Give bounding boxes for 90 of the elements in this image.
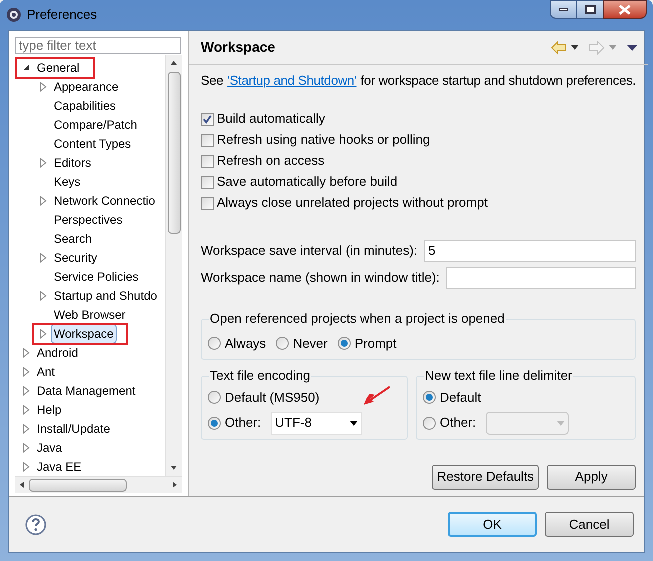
collapsed-triangle-icon[interactable]: [23, 386, 30, 396]
tree-item[interactable]: Java: [34, 438, 66, 458]
tree-item[interactable]: Network Connectio: [51, 190, 158, 210]
collapsed-triangle-icon[interactable]: [23, 348, 30, 358]
checkbox[interactable]: [201, 196, 214, 210]
radio-button[interactable]: [338, 337, 351, 350]
tree-item[interactable]: Help: [34, 400, 65, 420]
tree-item[interactable]: Android: [34, 342, 82, 362]
tree-item[interactable]: Web Browser: [51, 304, 129, 324]
tree-item[interactable]: Keys: [51, 172, 84, 192]
horizontal-scrollbar[interactable]: [15, 476, 182, 493]
tree-item[interactable]: Service Policies: [51, 266, 142, 286]
help-icon[interactable]: [25, 514, 47, 536]
radio-label: Never: [293, 335, 328, 353]
tree-item[interactable]: Install/Update: [34, 418, 114, 438]
radio-label: Other:: [440, 414, 476, 432]
encoding-dropdown[interactable]: UTF-8: [271, 412, 362, 434]
radio-label: Other:: [225, 414, 262, 432]
checkbox-label: Build automatically: [217, 110, 326, 128]
collapsed-triangle-icon[interactable]: [40, 82, 47, 92]
maximize-button[interactable]: [577, 0, 603, 19]
tree-item[interactable]: General: [34, 58, 83, 78]
radio-button[interactable]: [208, 391, 221, 404]
app-icon: [6, 7, 22, 23]
checkbox-label: Refresh on access: [217, 152, 325, 170]
checkbox[interactable]: [201, 176, 214, 188]
page-title: Workspace: [201, 38, 276, 57]
collapsed-triangle-icon[interactable]: [23, 462, 30, 472]
radio-label: Prompt: [354, 335, 397, 353]
dropdown-caret-icon: [350, 420, 358, 426]
text-field[interactable]: [446, 266, 636, 288]
dialog-button[interactable]: Cancel: [545, 512, 634, 537]
radio-button[interactable]: [423, 416, 436, 430]
group-title: Text file encoding: [209, 368, 312, 384]
tree-item[interactable]: Editors: [51, 152, 94, 172]
close-icon: [619, 4, 631, 14]
close-button[interactable]: [603, 0, 647, 19]
collapsed-triangle-icon[interactable]: [23, 442, 30, 452]
view-menu-icon[interactable]: [627, 44, 638, 50]
tree-item[interactable]: Security: [51, 248, 100, 268]
dropdown-caret-icon: [557, 420, 566, 426]
minimize-button[interactable]: [550, 0, 577, 19]
tree-item[interactable]: Capabilities: [51, 96, 120, 116]
collapsed-triangle-icon[interactable]: [40, 158, 47, 168]
radio-label: Default: [440, 389, 482, 407]
tree-item[interactable]: Search: [51, 228, 96, 248]
tree-item[interactable]: Startup and Shutdo: [51, 286, 160, 306]
radio-button[interactable]: [208, 337, 221, 350]
expanded-triangle-icon[interactable]: [23, 64, 30, 71]
tree-item[interactable]: Ant: [34, 362, 58, 382]
checkbox-label: Save automatically before build: [217, 173, 398, 192]
radio-label: Default (MS950): [225, 389, 320, 407]
window-title: Preferences: [27, 6, 98, 24]
collapsed-triangle-icon[interactable]: [23, 424, 30, 434]
tree-item[interactable]: Perspectives: [51, 210, 126, 230]
collapsed-triangle-icon[interactable]: [40, 290, 47, 300]
group-title: Open referenced projects when a project is opened: [209, 310, 506, 326]
text-field[interactable]: 5: [424, 240, 636, 262]
tree-item[interactable]: Java EE: [34, 456, 85, 476]
filter-field[interactable]: type filter text: [15, 37, 181, 54]
checkbox[interactable]: [201, 134, 214, 146]
group-title: New text file line delimiter: [424, 368, 574, 384]
radio-button[interactable]: [276, 337, 290, 350]
dropdown-caret-icon[interactable]: [571, 45, 580, 50]
page-button[interactable]: Apply: [547, 464, 636, 490]
collapsed-triangle-icon[interactable]: [23, 404, 30, 414]
field-label: Workspace name (shown in window title):: [201, 268, 440, 287]
collapsed-triangle-icon[interactable]: [40, 196, 47, 206]
radio-button[interactable]: [423, 391, 436, 404]
checkbox[interactable]: [201, 154, 214, 168]
tree-item[interactable]: Workspace: [51, 324, 117, 344]
vertical-scrollbar[interactable]: [165, 55, 182, 476]
collapsed-triangle-icon[interactable]: [40, 252, 47, 262]
radio-label: Always: [225, 335, 266, 353]
tree-item[interactable]: Content Types: [51, 134, 134, 154]
dialog-button[interactable]: OK: [448, 512, 537, 537]
field-label: Workspace save interval (in minutes):: [201, 242, 418, 260]
tree-item[interactable]: Appearance: [51, 76, 122, 96]
tree-item[interactable]: Data Management: [34, 380, 139, 400]
description-text: See: [201, 72, 224, 90]
description-text: for workspace startup and shutdown preferences.: [360, 72, 636, 90]
checkbox[interactable]: [201, 112, 214, 126]
page-button[interactable]: Restore Defaults: [432, 464, 540, 490]
radio-button[interactable]: [208, 416, 221, 430]
tree-item[interactable]: Compare/Patch: [51, 114, 140, 134]
checkbox-label: Refresh using native hooks or polling: [217, 131, 430, 150]
collapsed-triangle-icon[interactable]: [40, 328, 47, 338]
startup-link[interactable]: 'Startup and Shutdown': [228, 71, 357, 90]
checkbox-label: Always close unrelated projects without prompt: [217, 194, 488, 212]
collapsed-triangle-icon[interactable]: [23, 366, 30, 376]
